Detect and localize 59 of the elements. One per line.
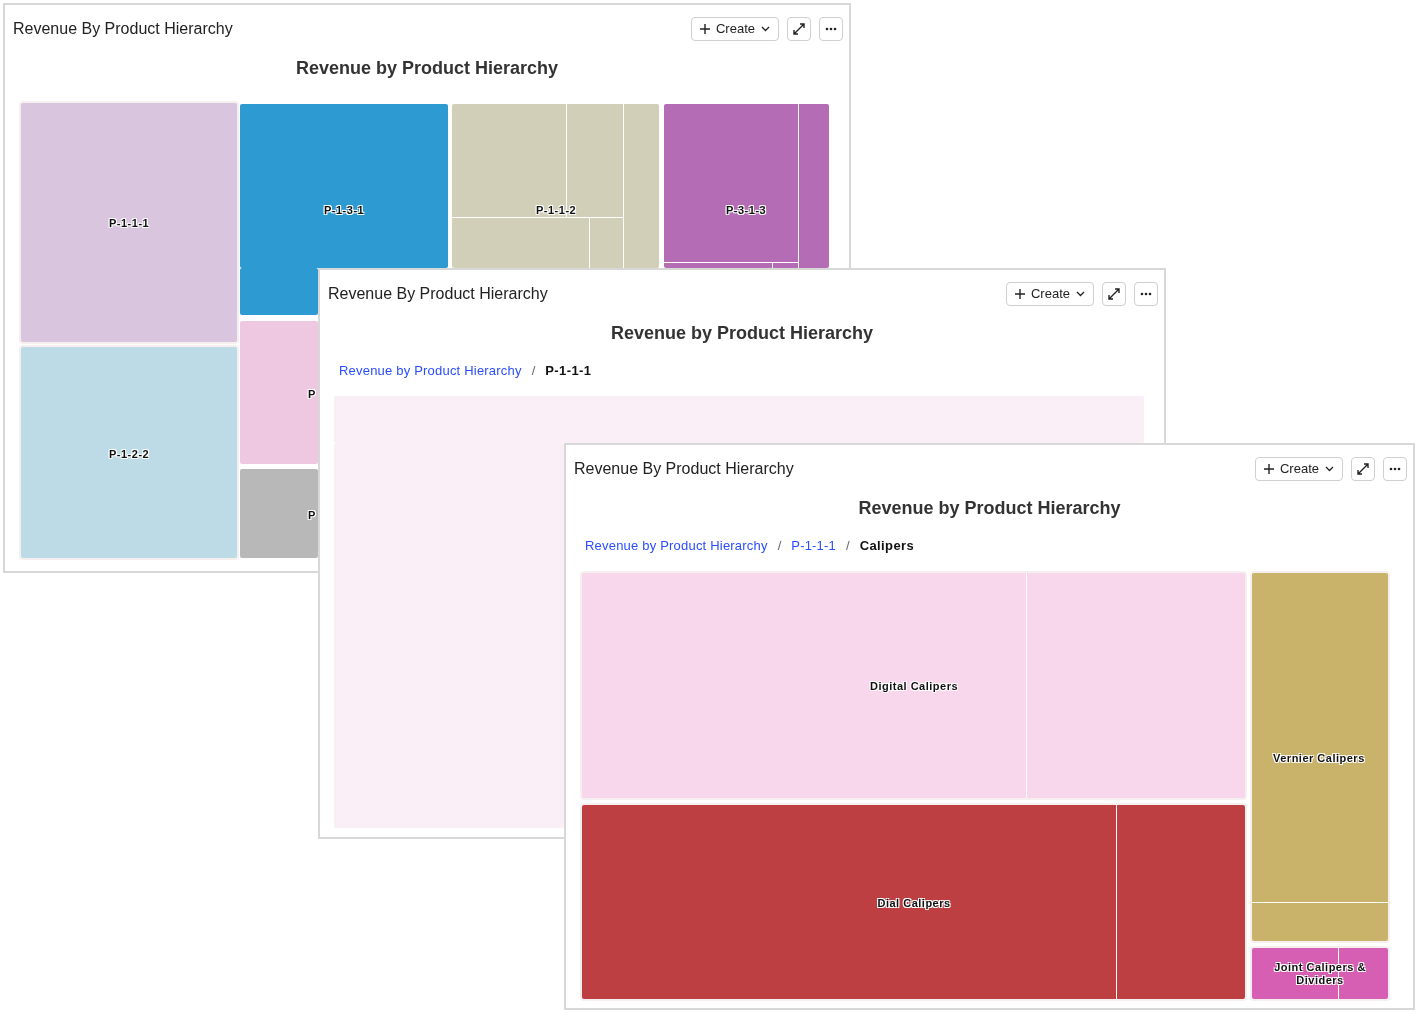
treemap-tile[interactable] — [334, 396, 1144, 443]
plus-icon — [1263, 463, 1274, 474]
create-button[interactable]: Create — [1254, 456, 1343, 481]
more-icon — [825, 26, 837, 31]
expand-icon — [1108, 287, 1120, 300]
plus-icon — [1014, 288, 1025, 299]
breadcrumb-current: P-1-1-1 — [545, 362, 592, 378]
chevron-down-icon — [761, 25, 770, 32]
treemap-tile[interactable] — [21, 103, 237, 342]
chevron-down-icon — [1325, 465, 1334, 472]
expand-icon — [793, 22, 805, 35]
breadcrumb-link[interactable]: Revenue by Product Hierarchy — [339, 362, 522, 378]
more-button[interactable] — [819, 16, 843, 41]
treemap-tile[interactable] — [240, 321, 318, 464]
expand-button[interactable] — [1351, 456, 1375, 481]
treemap-tile[interactable] — [452, 104, 659, 268]
tile-label: P — [308, 508, 316, 522]
more-icon — [1140, 291, 1152, 296]
tile-label: P-1-1-2 — [536, 203, 577, 217]
tile-label: P-1-2-2 — [109, 447, 150, 461]
tile-label: Digital Calipers — [870, 679, 959, 693]
tile-label: P — [308, 387, 316, 401]
breadcrumb-separator: / — [846, 537, 850, 553]
treemap-tile[interactable] — [582, 805, 1245, 999]
tile-label: P-1-3-1 — [324, 203, 365, 217]
treemap-tile[interactable] — [1252, 573, 1388, 941]
treemap-tile[interactable] — [664, 104, 829, 268]
tile-label: Dial Calipers — [877, 896, 951, 910]
treemap-tile[interactable] — [240, 104, 448, 268]
breadcrumb-link[interactable]: Revenue by Product Hierarchy — [585, 537, 768, 553]
chart-title: Revenue by Product Hierarchy — [294, 58, 560, 79]
create-button[interactable]: Create — [1005, 281, 1094, 306]
create-button[interactable]: Create — [690, 16, 779, 41]
chart-title: Revenue by Product Hierarchy — [609, 323, 875, 344]
tile-label: P-1-1-1 — [109, 216, 150, 230]
window-title: Revenue By Product Hierarchy — [13, 19, 233, 38]
breadcrumb-separator: / — [777, 537, 782, 553]
window-title: Revenue By Product Hierarchy — [574, 459, 794, 478]
expand-icon — [1357, 462, 1369, 475]
breadcrumb-link[interactable]: P-1-1-1 — [791, 537, 836, 553]
treemap-tile[interactable] — [240, 469, 318, 558]
expand-button[interactable] — [787, 16, 811, 41]
more-icon — [1389, 466, 1401, 471]
chart-title: Revenue by Product Hierarchy — [857, 498, 1122, 519]
expand-button[interactable] — [1102, 281, 1126, 306]
chevron-down-icon — [1076, 290, 1085, 297]
more-button[interactable] — [1134, 281, 1158, 306]
treemap-tile[interactable] — [21, 347, 237, 558]
more-button[interactable] — [1383, 456, 1407, 481]
treemap-tile[interactable] — [1252, 948, 1388, 999]
tile-label: Vernier Calipers — [1273, 751, 1365, 765]
window-title: Revenue By Product Hierarchy — [328, 284, 548, 303]
treemap-tile[interactable] — [582, 573, 1245, 798]
treemap-tile[interactable] — [334, 443, 564, 828]
breadcrumb-current: Calipers — [859, 537, 915, 553]
treemap-tile[interactable] — [240, 268, 318, 315]
plus-icon — [699, 23, 710, 34]
tile-label: P-3-1-3 — [726, 203, 767, 217]
breadcrumb-separator: / — [531, 362, 536, 378]
